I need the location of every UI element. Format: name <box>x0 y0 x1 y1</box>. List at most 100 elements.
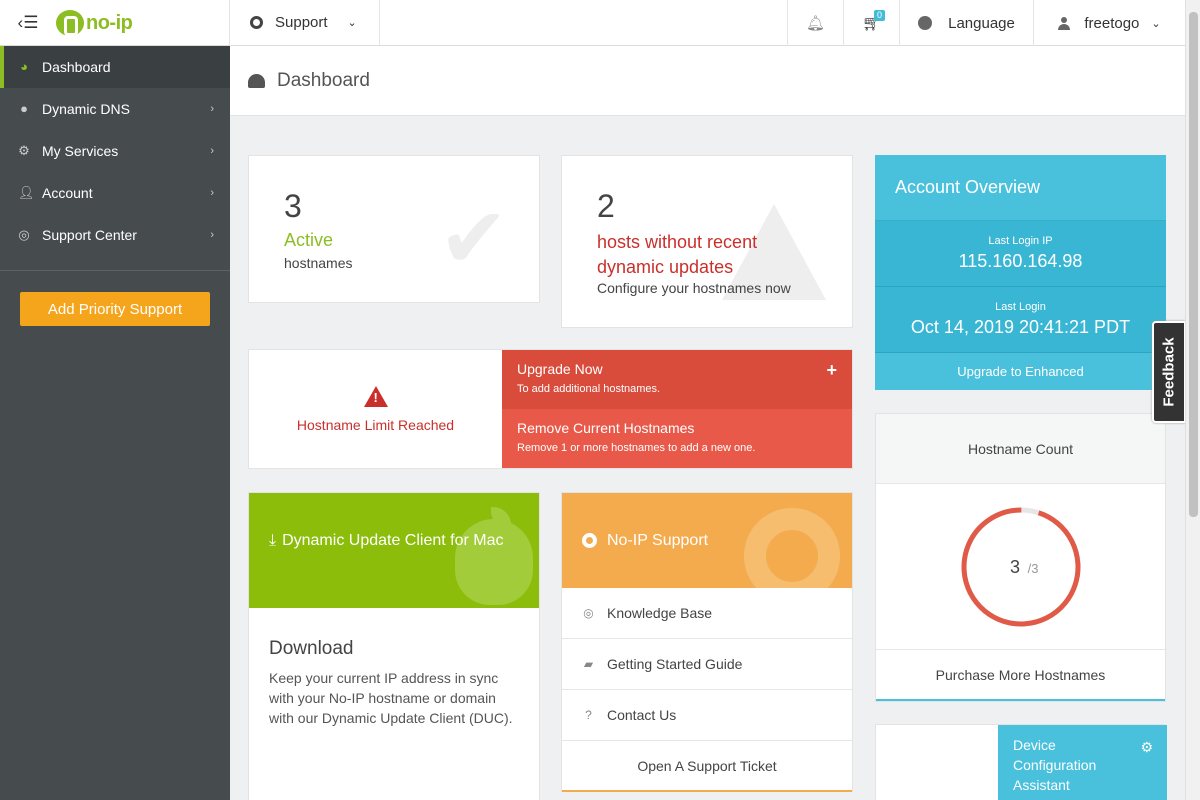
sidebar-item-my-services[interactable]: ⚙ My Services › <box>0 130 230 172</box>
chevron-down-icon: ⌄ <box>1151 17 1161 30</box>
notifications-button[interactable]: 🔔︎ <box>787 0 843 46</box>
logo-mark-icon <box>56 10 84 36</box>
last-login-value: Oct 14, 2019 20:41:21 PDT <box>910 317 1131 337</box>
hostname-count-card: Hostname Count 3 /3 Purchase More Hostna… <box>875 413 1166 702</box>
open-support-ticket-link[interactable]: Open A Support Ticket <box>562 741 852 792</box>
contact-us-link[interactable]: ? Contact Us <box>562 690 852 741</box>
active-label: Active <box>284 230 334 250</box>
gauge-arc <box>961 507 1080 626</box>
limit-warning: ! Hostname Limit Reached <box>249 350 502 468</box>
limit-actions: Upgrade Now To add additional hostnames.… <box>502 350 852 468</box>
duc-header[interactable]: ⤓ Dynamic Update Client for Mac <box>249 493 539 608</box>
bell-icon: 🔔︎ <box>805 15 826 32</box>
top-bar: ‹☰ no-ip Support ⌄ 🔔︎ 🛒︎ 0 Language free… <box>0 0 1185 46</box>
gear-icon: ⚙ <box>18 143 30 158</box>
lifebuoy-icon: ◎ <box>18 227 30 242</box>
chevron-right-icon: › <box>210 145 214 157</box>
upgrade-to-enhanced-link[interactable]: Upgrade to Enhanced <box>875 353 1166 390</box>
globe-icon <box>918 16 933 30</box>
page-header: Dashboard <box>230 46 1185 116</box>
duc-title-row: ⤓ Dynamic Update Client for Mac <box>269 531 519 551</box>
user-menu[interactable]: freetogo ⌄ <box>1033 0 1185 46</box>
duc-card: ⤓ Dynamic Update Client for Mac Download … <box>248 492 540 800</box>
upgrade-now-button[interactable]: Upgrade Now To add additional hostnames.… <box>502 350 852 409</box>
page-scrollbar[interactable] <box>1185 0 1200 800</box>
lifebuoy-icon <box>250 16 263 29</box>
sidebar-item-account[interactable]: 👤︎ Account › <box>0 172 230 214</box>
remove-hostnames-title: Remove Current Hostnames <box>517 420 695 436</box>
username: freetogo <box>1084 14 1140 32</box>
support-menu[interactable]: Support ⌄ <box>230 0 380 45</box>
logo-area: ‹☰ no-ip <box>0 0 230 46</box>
sidebar-item-label: Account <box>42 185 93 201</box>
active-sub: hostnames <box>284 255 353 271</box>
sidebar-item-dynamic-dns[interactable]: ● Dynamic DNS › <box>0 88 230 130</box>
active-count: 3 <box>284 188 302 224</box>
sidebar-item-label: Support Center <box>42 227 137 243</box>
question-icon: ? <box>585 707 592 722</box>
cart-count-badge: 0 <box>873 10 885 21</box>
purchase-more-hostnames-link[interactable]: Purchase More Hostnames <box>876 650 1165 701</box>
globe-icon: ● <box>20 101 28 116</box>
upgrade-now-title: Upgrade Now <box>517 361 603 377</box>
download-heading[interactable]: Download <box>269 638 519 660</box>
hostname-count-gauge: 3 /3 <box>876 484 1165 650</box>
book-icon: ▰ <box>583 656 594 671</box>
account-overview-title: Account Overview <box>875 155 1166 221</box>
remove-hostnames-button[interactable]: Remove Current Hostnames Remove 1 or mor… <box>502 409 852 468</box>
scrollbar-thumb[interactable] <box>1189 12 1198 517</box>
last-login-ip-block: Last Login IP 115.160.164.98 <box>875 221 1166 287</box>
limit-warning-text: Hostname Limit Reached <box>296 416 455 433</box>
last-login-block: Last Login Oct 14, 2019 20:41:21 PDT <box>875 287 1166 353</box>
duc-title: Dynamic Update Client for Mac <box>282 532 504 549</box>
support-header: No-IP Support <box>562 493 852 588</box>
chevron-right-icon: › <box>210 229 214 241</box>
duc-body: Download Keep your current IP address in… <box>249 608 539 728</box>
support-menu-label: Support <box>275 14 328 31</box>
getting-started-link[interactable]: ▰ Getting Started Guide <box>562 639 852 690</box>
chevron-right-icon: › <box>210 103 214 115</box>
last-login-ip-label: Last Login IP <box>988 235 1053 247</box>
support-card: No-IP Support ◎ Knowledge Base ▰ Getting… <box>561 492 853 792</box>
lifebuoy-icon <box>582 533 597 548</box>
sidebar-item-label: My Services <box>42 143 119 159</box>
configure-hostnames-link[interactable]: Configure your hostnames now <box>597 280 791 296</box>
feedback-tab[interactable]: Feedback <box>1152 321 1186 423</box>
feedback-label: Feedback <box>1160 337 1178 407</box>
duc-description: Keep your current IP address in sync wit… <box>269 670 513 726</box>
add-priority-support-button[interactable]: Add Priority Support <box>20 292 210 326</box>
language-label: Language <box>948 14 1015 32</box>
warning-icon: ! <box>363 385 388 407</box>
sidebar: ◕ Dashboard ● Dynamic DNS › ⚙ My Service… <box>0 46 230 800</box>
download-icon: ⤓ <box>269 532 277 549</box>
logo[interactable]: no-ip <box>56 10 133 36</box>
main-content: Dashboard ✔ 3 Active hostnames 2 hosts w… <box>230 46 1185 800</box>
sidebar-item-label: Dynamic DNS <box>42 101 130 117</box>
sidebar-item-label: Dashboard <box>42 59 111 75</box>
device-config-button[interactable]: Device Configuration Assistant ⚙ <box>998 725 1167 800</box>
support-title: No-IP Support <box>607 531 709 549</box>
cart-button[interactable]: 🛒︎ 0 <box>843 0 899 46</box>
last-login-label: Last Login <box>995 301 1046 313</box>
device-config-card: Device Configuration Assistant ⚙ <box>875 724 1167 800</box>
language-menu[interactable]: Language <box>899 0 1033 46</box>
checkmark-icon: ✔ <box>438 191 509 285</box>
outdated-hosts-card[interactable]: 2 hosts without recent dynamic updates C… <box>561 155 853 328</box>
active-hostnames-card[interactable]: ✔ 3 Active hostnames <box>248 155 540 303</box>
last-login-ip-value: 115.160.164.98 <box>958 251 1083 271</box>
sidebar-toggle-icon[interactable]: ‹☰ <box>0 0 56 46</box>
device-config-title: Device Configuration Assistant <box>1013 737 1097 793</box>
gauge-total: /3 <box>1027 561 1038 576</box>
sidebar-item-dashboard[interactable]: ◕ Dashboard <box>0 46 230 88</box>
account-overview-card: Account Overview Last Login IP 115.160.1… <box>875 155 1166 390</box>
sidebar-item-support-center[interactable]: ◎ Support Center › <box>0 214 230 256</box>
sidebar-divider <box>0 270 230 271</box>
plus-icon: + <box>826 360 837 380</box>
hostname-limit-card: ! Hostname Limit Reached Upgrade Now To … <box>248 349 853 469</box>
support-item-label: Knowledge Base <box>607 605 713 621</box>
user-icon <box>1058 16 1071 30</box>
knowledge-base-link[interactable]: ◎ Knowledge Base <box>562 588 852 639</box>
hostname-count-title: Hostname Count <box>876 414 1165 484</box>
dashboard-icon <box>248 73 265 88</box>
